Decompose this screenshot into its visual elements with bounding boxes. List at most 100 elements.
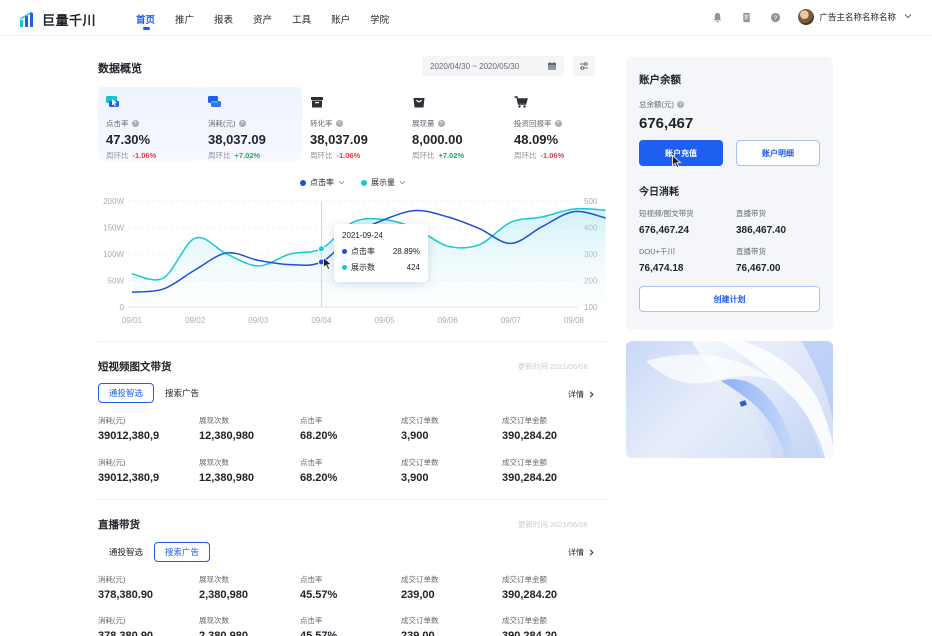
update-time: 更新时间 2021/06/08: [518, 362, 588, 371]
metric-label: 展现量: [412, 119, 435, 128]
stat-label: 成交订单数: [401, 416, 439, 425]
cursor-card-icon: [106, 96, 119, 107]
tooltip-value: 424: [406, 263, 420, 272]
nav-item-home[interactable]: 首页: [136, 12, 155, 30]
chart-tooltip: 2021-09-24 点击率 28.89% 展示数 424: [334, 224, 428, 282]
stat-cell: 成交订单金额 390,284.20: [502, 574, 603, 601]
banner-artwork: [646, 341, 833, 458]
help-icon[interactable]: ?: [437, 120, 445, 127]
hover-point-impressions: [317, 245, 325, 253]
short-video-tabs: 通投智选 搜索广告: [98, 383, 211, 403]
nav-item-assets[interactable]: 资产: [253, 12, 272, 26]
tooltip-row: 展示数 424: [342, 262, 420, 273]
metric-card-cost[interactable]: 消耗(元)? 38,037.09 周环比 +7.02%: [200, 87, 302, 161]
stat-cell: 点击率 45.57%: [300, 615, 401, 636]
live-detail-link[interactable]: 详情: [568, 547, 595, 558]
help-icon[interactable]: ?: [238, 120, 246, 127]
help-icon[interactable]: ?: [677, 101, 684, 108]
nav-item-promote[interactable]: 推广: [175, 12, 194, 26]
short-video-detail-link[interactable]: 详情: [568, 389, 595, 400]
today-cost-title: 今日消耗: [639, 187, 679, 198]
tab-smart-delivery[interactable]: 通投智选: [98, 542, 155, 562]
nav-item-academy[interactable]: 学院: [370, 12, 389, 26]
compare-label: 周环比: [412, 151, 435, 160]
update-time: 更新时间 2021/06/08: [518, 520, 588, 529]
document-icon[interactable]: [740, 11, 752, 23]
tooltip-row: 点击率 28.89%: [342, 246, 420, 257]
stat-value: 3,900: [401, 430, 429, 442]
stat-value: 45.57%: [300, 589, 338, 601]
detail-label: 详情: [568, 390, 584, 399]
legend-item-impressions[interactable]: 展示量: [361, 177, 406, 188]
total-balance-value: 676,467: [639, 115, 694, 132]
account-detail-button[interactable]: 账户明细: [736, 140, 820, 166]
live-stats: 消耗(元) 378,380.90 展现次数 2,380,980 点击率 45.57% 成交订…: [98, 574, 603, 636]
legend-dot: [361, 179, 367, 186]
tab-search-ads[interactable]: 搜索广告: [154, 542, 211, 562]
create-plan-button[interactable]: 创建计划: [639, 286, 820, 312]
filter-settings-button[interactable]: [573, 56, 595, 76]
live-title: 直播带货: [98, 519, 140, 531]
stat-label: 消耗(元): [98, 458, 126, 467]
promo-banner[interactable]: [626, 341, 833, 458]
stat-value: 239.00: [401, 630, 435, 636]
x-tick-label: 09/03: [248, 316, 269, 325]
stat-value: 390,284.20: [502, 472, 558, 484]
help-icon[interactable]: ?: [335, 120, 343, 127]
y-left-tick-label: 100W: [103, 250, 124, 259]
metric-change: -1.06%: [540, 151, 565, 160]
bell-icon[interactable]: [711, 11, 723, 23]
cost-value: 76,467.00: [736, 263, 781, 274]
chart-legend: 点击率 展示量: [300, 177, 422, 188]
y-left-tick-label: 200W: [103, 197, 124, 206]
stat-cell: 成交订单金额 390,284.20: [502, 457, 603, 484]
metric-card-ctr[interactable]: 点击率? 47.30% 周环比 -1.06%: [98, 87, 200, 161]
legend-label: 点击率: [310, 178, 334, 187]
tab-smart-delivery[interactable]: 通投智选: [98, 383, 155, 403]
cart-icon: [514, 96, 528, 108]
compare-label: 周环比: [208, 151, 231, 160]
logo[interactable]: 巨量千川: [20, 10, 96, 29]
cost-label: 直播带货: [736, 247, 766, 256]
legend-item-ctr[interactable]: 点击率: [300, 177, 345, 188]
metric-card-conversion[interactable]: 转化率? 38,037.09 周环比 -1.06%: [302, 87, 404, 161]
stat-label: 消耗(元): [98, 616, 126, 625]
cost-label: 短视频/图文带货: [639, 209, 694, 218]
nav-item-tools[interactable]: 工具: [292, 12, 311, 26]
balance-title: 账户余额: [639, 74, 681, 86]
nav-item-account[interactable]: 账户: [331, 12, 350, 26]
stat-cell: 消耗(元) 39012,380,9: [98, 415, 199, 442]
help-icon[interactable]: ?: [769, 11, 781, 23]
stat-cell: 成交订单金额 390,284.20: [502, 415, 603, 442]
tab-search-ads[interactable]: 搜索广告: [154, 383, 211, 403]
stat-cell: 消耗(元) 378,380.90: [98, 574, 199, 601]
metric-value: 38,037.09: [208, 132, 266, 147]
user-name[interactable]: 广告主名称名称名称: [819, 11, 896, 23]
nav-item-reports[interactable]: 报表: [214, 12, 233, 26]
stat-value: 378,380.90: [98, 589, 154, 601]
stat-label: 消耗(元): [98, 416, 126, 425]
chevron-down-icon[interactable]: [904, 12, 912, 22]
stat-label: 点击率: [300, 416, 323, 425]
account-balance-panel: 账户余额 总余额(元)? 676,467 账户充值 账户明细 今日消耗 短视频/…: [626, 57, 833, 330]
stat-label: 成交订单金额: [502, 616, 547, 625]
stat-value: 68.20%: [300, 430, 338, 442]
avatar[interactable]: [798, 9, 815, 25]
metric-card-roi[interactable]: 投资回报率? 48.09% 周环比 -1.06%: [506, 87, 608, 161]
help-icon[interactable]: ?: [554, 120, 562, 127]
x-tick-label: 09/06: [438, 316, 459, 325]
metric-cards: 点击率? 47.30% 周环比 -1.06% 消耗(元)? 38,037.09 周…: [98, 87, 608, 161]
chevron-right-icon: [589, 549, 594, 556]
help-icon[interactable]: ?: [131, 120, 139, 127]
stat-value: 39012,380,9: [98, 472, 160, 484]
stat-cell: 展现次数 2,380,980: [199, 615, 300, 636]
logo-icon: [20, 11, 33, 27]
mouse-cursor-icon: [672, 155, 682, 168]
stat-cell: 展现次数 12,380,980: [199, 415, 300, 442]
stat-value: 3,900: [401, 472, 429, 484]
metric-card-impressions[interactable]: 展现量? 8,000.00 周环比 +7.02%: [404, 87, 506, 161]
stat-value: 45.57%: [300, 630, 338, 636]
date-range-picker[interactable]: 2020/04/30 ~ 2020/05/30: [422, 56, 564, 76]
stat-value: 12,380,980: [199, 430, 255, 442]
metric-change: -1.06%: [336, 151, 361, 160]
